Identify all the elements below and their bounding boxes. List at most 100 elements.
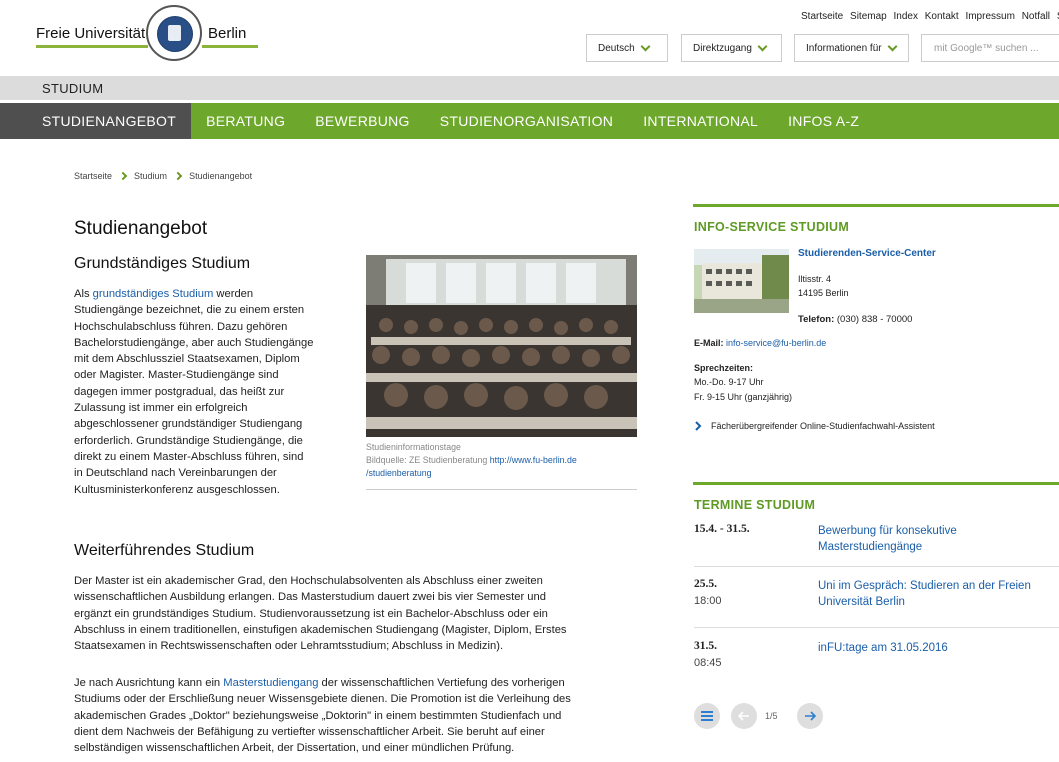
language-label: Deutsch (598, 42, 635, 54)
info-for-label: Informationen für (806, 42, 882, 54)
text-line: Abschluss in einem traditionellen, einst… (74, 623, 567, 636)
heading-weiterfuehrend: Weiterführendes Studium (74, 542, 255, 559)
info-service-title: INFO-SERVICE STUDIUM (694, 220, 850, 234)
address-city: 14195 Berlin (798, 288, 849, 298)
text-fragment: Als (74, 288, 90, 300)
divider (694, 627, 1059, 628)
paragraph-grundstaendig: Als grundständiges Studium werden Studie… (74, 286, 354, 498)
link-masterstudiengang[interactable]: Masterstudiengang (223, 677, 318, 689)
list-icon (701, 711, 713, 721)
phone-label: Telefon: (798, 314, 835, 325)
text-line: Zulassung ist immer ein erfolgreich (74, 402, 248, 415)
service-center-photo (694, 249, 789, 313)
service-link-kontakt[interactable]: Kontakt (925, 11, 959, 22)
text-line: dagegen immer postgradual, das heißt zur (74, 385, 285, 398)
sidebar-divider (693, 204, 1059, 207)
text-fragment: Je nach Ausrichtung kann ein (74, 677, 221, 689)
lecture-hall-photo[interactable] (366, 255, 637, 437)
arrow-left-icon (737, 711, 749, 721)
info-for-dropdown[interactable]: Informationen für (794, 34, 909, 62)
chevron-down-icon (758, 44, 767, 53)
text-line: Je nach Ausrichtung kann ein Masterstudi… (74, 675, 654, 691)
termine-title: TERMINE STUDIUM (694, 498, 816, 512)
text-line: ergänzt ein grundständiges Studium. Stud… (74, 607, 548, 620)
email-line: E-Mail: info-service@fu-berlin.de (694, 338, 826, 348)
caption-source-text: Bildquelle: ZE Studienberatung (366, 455, 488, 465)
link-grundstaendiges-studium[interactable]: grundständiges Studium (93, 288, 214, 300)
service-link-index[interactable]: Index (894, 11, 918, 22)
breadcrumb: Startseite Studium Studienangebot (74, 171, 252, 181)
text-line: Als grundständiges Studium werden (74, 286, 354, 302)
event-title[interactable]: Bewerbung für konsekutive Masterstudieng… (818, 523, 1058, 555)
text-line: wissenschaftlichen Ausbildung erlangen. … (74, 591, 546, 604)
text-line: Staatsexamen in Rechtswissenschaften ode… (74, 640, 504, 653)
nav-item-international[interactable]: INTERNATIONAL (628, 103, 773, 139)
lecture-hall-illustration (366, 255, 637, 437)
paragraph-weiterfuehrend-2: Je nach Ausrichtung kann ein Masterstudi… (74, 675, 654, 756)
direct-access-dropdown[interactable]: Direktzugang (681, 34, 782, 62)
text-line: Kultusministerkonferenz ausgeschlossen. (74, 483, 280, 496)
text-line: akademischen Grades „Doktor" beziehungsw… (74, 709, 562, 722)
logo-text-right: Berlin (208, 25, 247, 42)
text-line: direkt zu einem Master-Abschluss führen,… (74, 450, 304, 463)
nav-item-bewerbung[interactable]: BEWERBUNG (300, 103, 425, 139)
event-time: 08:45 (694, 657, 722, 669)
text-line: mit dem Abschlussziel Staatsexamen, Dipl… (74, 353, 300, 366)
event-time: 18:00 (694, 595, 722, 607)
assistant-link-row[interactable]: Fächerübergreifender Online-Studienfachw… (694, 421, 935, 431)
nav-item-studienorganisation[interactable]: STUDIENORGANISATION (425, 103, 628, 139)
main-nav: STUDIENANGEBOT BERATUNG BEWERBUNG STUDIE… (0, 103, 1059, 139)
logo-text-left: Freie Universität (36, 25, 146, 42)
logo-underline (36, 45, 148, 48)
text-fragment: werden (216, 288, 254, 300)
event-date: 25.5. (694, 578, 717, 590)
text-line: Der Master ist ein akademischer Grad, de… (74, 575, 543, 587)
service-link-sitemap[interactable]: Sitemap (850, 11, 887, 22)
nav-item-studienangebot[interactable]: STUDIENANGEBOT (0, 103, 192, 139)
breadcrumb-current: Studienangebot (189, 171, 253, 181)
event-date: 15.4. - 31.5. (694, 523, 750, 535)
text-line: Studiengänge bezeichnet, die zu einem er… (74, 304, 305, 317)
text-line: selbständigen wissenschaftlichen Arbeit,… (74, 742, 515, 755)
text-fragment: der wissenschaftlichen Vertiefung des vo… (321, 677, 565, 689)
service-link-impressum[interactable]: Impressum (965, 11, 1014, 22)
text-line: Hochschulabschluss führen. Dazu gehören (74, 320, 288, 333)
photo-caption: Studieninformationstage Bildquelle: ZE S… (366, 441, 637, 480)
breadcrumb-studium[interactable]: Studium (134, 171, 167, 181)
event-title[interactable]: inFU:tage am 31.05.2016 (818, 640, 1058, 656)
heading-grundstaendig: Grundständiges Studium (74, 255, 251, 272)
pager-count: 1/5 (765, 711, 778, 721)
service-link-notfall[interactable]: Notfall (1022, 11, 1050, 22)
event-title[interactable]: Uni im Gespräch: Studieren an der Freien… (818, 578, 1058, 610)
email-label: E-Mail: (694, 338, 724, 348)
nav-item-infos-a-z[interactable]: INFOS A-Z (773, 103, 874, 139)
service-center-link[interactable]: Studierenden-Service-Center (798, 248, 936, 259)
assistant-link[interactable]: Fächerübergreifender Online-Studienfachw… (711, 421, 935, 431)
nav-item-beratung[interactable]: BERATUNG (191, 103, 300, 139)
prev-button[interactable] (731, 703, 757, 729)
hours-label: Sprechzeiten: (694, 363, 754, 373)
page-title: Studienangebot (74, 218, 208, 239)
text-line: Bachelorstudiengänge, aber auch Studieng… (74, 336, 314, 349)
next-button[interactable] (797, 703, 823, 729)
logo-underline (202, 45, 258, 48)
building-illustration (694, 249, 789, 313)
fu-logo[interactable]: Freie Universität Berlin (36, 5, 261, 63)
email-link[interactable]: info-service@fu-berlin.de (726, 338, 826, 348)
service-link-startseite[interactable]: Startseite (801, 11, 843, 22)
text-line: erforderlich. Grundständige Studiengänge… (74, 434, 303, 447)
breadcrumb-startseite[interactable]: Startseite (74, 171, 112, 181)
hours-friday: Fr. 9-15 Uhr (ganzjährig) (694, 392, 793, 402)
text-line: oder Magister. Master-Studiengänge sind (74, 369, 279, 382)
arrow-right-icon (805, 711, 817, 721)
search-input[interactable]: mit Google™ suchen ... (921, 34, 1059, 62)
chevron-right-icon (120, 173, 126, 179)
direct-access-label: Direktzugang (693, 42, 752, 54)
university-seal-icon (146, 5, 202, 61)
text-line: dient dem Nachweis der Befähigung zu ver… (74, 725, 545, 738)
list-view-button[interactable] (694, 703, 720, 729)
language-dropdown[interactable]: Deutsch (586, 34, 668, 62)
search-placeholder: mit Google™ suchen ... (934, 43, 1039, 54)
caption-title: Studieninformationstage (366, 442, 461, 452)
section-title[interactable]: STUDIUM (42, 81, 103, 96)
